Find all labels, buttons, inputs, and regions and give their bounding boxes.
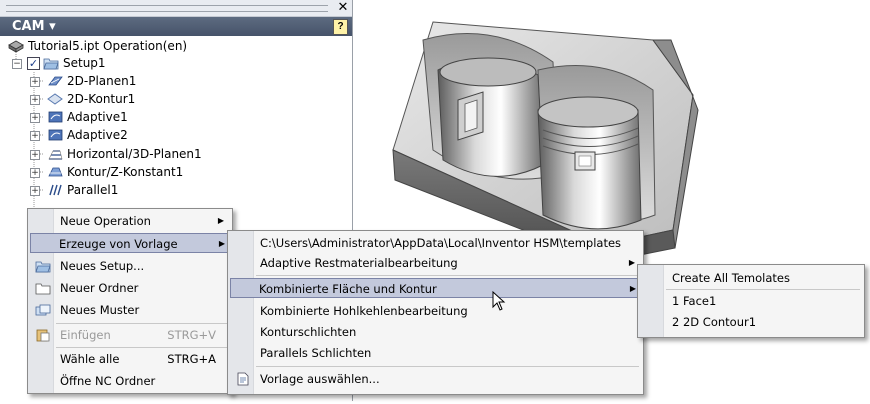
expand-icon[interactable]: +	[30, 150, 40, 160]
mouse-cursor-icon	[492, 291, 506, 311]
paste-icon	[36, 329, 50, 342]
parallel-icon	[49, 184, 62, 196]
setup-label: Setup1	[63, 56, 106, 70]
help-icon[interactable]: ?	[333, 19, 348, 35]
cam-dropdown[interactable]: CAM ▾	[12, 19, 56, 34]
expand-icon[interactable]: +	[30, 131, 40, 141]
menu-item-konturschlichten[interactable]: Konturschlichten	[230, 322, 641, 342]
panel-header: CAM ▾ ?	[0, 17, 352, 36]
menu-item-hohlkehlen[interactable]: Kombinierte Hohlkehlenbearbeitung	[230, 301, 641, 321]
adaptive-icon	[48, 111, 63, 123]
operation-label: Parallel1	[67, 183, 119, 197]
menu-item-label: Einfügen	[60, 328, 111, 342]
menu-item-neues-muster[interactable]: Neues Muster	[30, 300, 230, 320]
expand-icon[interactable]: +	[30, 113, 40, 123]
menu-item-oeffne-nc-ordner[interactable]: Öffne NC Ordner	[30, 371, 230, 391]
menu-item-waehle-alle[interactable]: Wähle alle STRG+A	[30, 349, 230, 369]
menu-shortcut: STRG+V	[167, 328, 216, 342]
face-milling-icon	[48, 76, 63, 86]
drag-grip[interactable]	[6, 5, 328, 12]
tree-root-label: Tutorial5.ipt Operation(en)	[28, 39, 188, 53]
menu-item-2d-contour1[interactable]: 2 2D Contour1	[640, 312, 862, 332]
menu-item-einfuegen: Einfügen STRG+V	[30, 325, 230, 345]
operation-label: 2D-Kontur1	[67, 92, 136, 106]
menu-item-label: Wähle alle	[60, 352, 120, 366]
expand-icon[interactable]: +	[30, 77, 40, 87]
menu-item-label: Vorlage auswählen...	[260, 372, 380, 386]
menu-separator	[666, 289, 860, 290]
contour-z-icon	[48, 167, 63, 177]
pattern-icon	[35, 304, 51, 316]
submenu-arrow-icon: ▶	[629, 284, 636, 293]
menu-item-vorlage-auswaehlen[interactable]: Vorlage auswählen...	[230, 369, 641, 389]
menu-shortcut: STRG+A	[167, 352, 216, 366]
menu-item-parallels-schlichten[interactable]: Parallels Schlichten	[230, 343, 641, 363]
menu-item-label: Parallels Schlichten	[260, 346, 372, 360]
horizontal-icon	[48, 150, 63, 160]
template-submenu: C:\Users\Administrator\AppData\Local\Inv…	[227, 230, 644, 395]
menu-separator	[56, 347, 228, 348]
operation-label: 2D-Planen1	[67, 74, 137, 88]
menu-item-label: Kombinierte Hohlkehlenbearbeitung	[260, 304, 468, 318]
contour-2d-icon	[47, 93, 63, 105]
menu-item-neue-operation[interactable]: Neue Operation ▶	[30, 211, 230, 231]
menu-item-label: Neues Setup...	[60, 259, 145, 273]
menu-item-label: Konturschlichten	[260, 325, 357, 339]
menu-item-label: Neuer Ordner	[60, 281, 139, 295]
menu-item-label: 2 2D Contour1	[672, 315, 757, 329]
menu-separator	[256, 366, 639, 367]
collapse-icon[interactable]: −	[12, 59, 22, 69]
menu-separator	[56, 323, 228, 324]
menu-separator	[256, 275, 639, 276]
checkbox-icon[interactable]: ✓	[27, 57, 40, 70]
menu-item-template-path[interactable]: C:\Users\Administrator\AppData\Local\Inv…	[230, 233, 641, 253]
menu-item-kombinierte-flaeche[interactable]: Kombinierte Fläche und Kontur ▶	[230, 278, 641, 298]
menu-item-label: Create All Temolates	[672, 271, 790, 285]
menu-item-label: Erzeuge von Vorlage	[59, 237, 178, 251]
menu-item-label: Kombinierte Fläche und Kontur	[259, 282, 437, 296]
part-icon	[8, 40, 24, 53]
expand-icon[interactable]: +	[30, 186, 40, 196]
submenu-arrow-icon: ▶	[217, 216, 224, 225]
expand-icon[interactable]: +	[30, 95, 40, 105]
menu-item-label: Adaptive Restmaterialbearbeitung	[260, 256, 458, 270]
context-menu: Neue Operation ▶ Erzeuge von Vorlage ▶ N…	[27, 208, 233, 394]
menu-item-adaptive-rest[interactable]: Adaptive Restmaterialbearbeitung ▶	[230, 253, 641, 273]
kombinierte-submenu: Create All Temolates 1 Face1 2 2D Contou…	[637, 264, 865, 338]
menu-item-neuer-ordner[interactable]: Neuer Ordner	[30, 278, 230, 298]
setup-folder-icon	[43, 58, 59, 70]
menu-item-label: 1 Face1	[672, 294, 717, 308]
operation-label: Horizontal/3D-Planen1	[67, 147, 202, 161]
submenu-arrow-icon: ▶	[628, 258, 635, 267]
menu-item-neues-setup[interactable]: Neues Setup...	[30, 256, 230, 276]
menu-item-label: Neues Muster	[60, 303, 140, 317]
adaptive-icon	[48, 129, 63, 141]
expand-icon[interactable]: +	[30, 168, 40, 178]
panel-titlebar[interactable]: ✕	[0, 0, 352, 17]
menu-item-label: C:\Users\Administrator\AppData\Local\Inv…	[260, 236, 622, 250]
close-icon[interactable]: ✕	[336, 0, 350, 16]
submenu-arrow-icon: ▶	[218, 239, 225, 248]
menu-item-face1[interactable]: 1 Face1	[640, 291, 862, 311]
operation-label: Adaptive1	[67, 110, 128, 124]
document-icon	[237, 372, 249, 386]
menu-item-label: Öffne NC Ordner	[60, 374, 156, 388]
menu-item-erzeuge-von-vorlage[interactable]: Erzeuge von Vorlage ▶	[30, 233, 230, 253]
operation-label: Adaptive2	[67, 128, 128, 142]
menu-item-create-all-templates[interactable]: Create All Temolates	[640, 268, 862, 288]
operation-label: Kontur/Z-Konstant1	[67, 165, 184, 179]
menu-item-label: Neue Operation	[60, 214, 151, 228]
folder-icon	[35, 283, 51, 295]
setup-folder-icon	[35, 261, 51, 273]
